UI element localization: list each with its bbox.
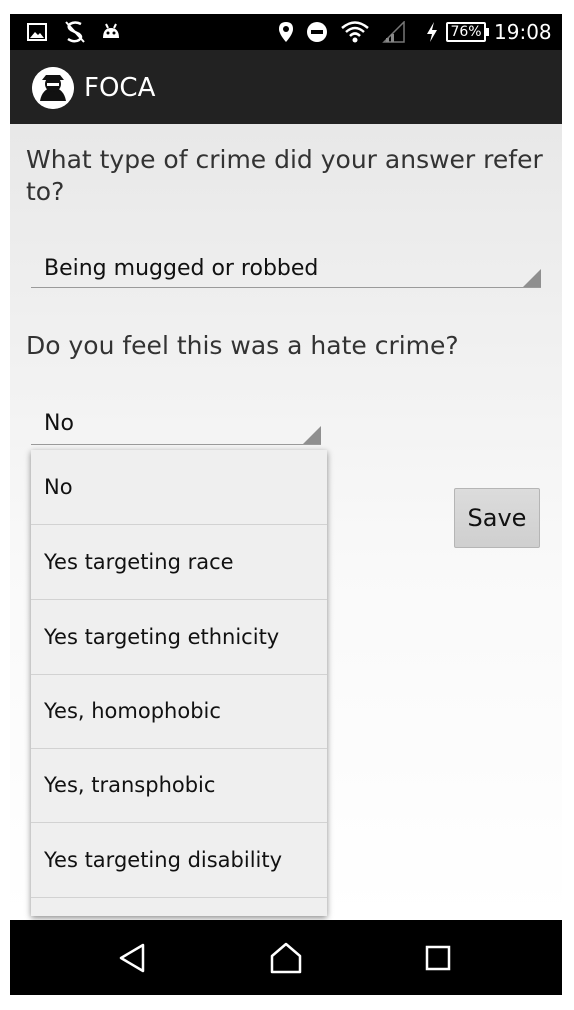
phone-screen: 76% 19:08 FOCA What type of crime did yo…	[10, 14, 562, 995]
status-bar: 76% 19:08	[10, 14, 562, 50]
action-bar: FOCA	[10, 50, 562, 124]
form-content: What type of crime did your answer refer…	[10, 124, 562, 920]
recents-icon[interactable]	[412, 934, 464, 982]
dropdown-option-homophobic[interactable]: Yes, homophobic	[31, 674, 327, 749]
navigation-bar	[10, 920, 562, 995]
foca-logo-icon	[32, 67, 74, 109]
s-icon	[62, 14, 88, 50]
do-not-disturb-icon	[304, 14, 330, 50]
dropdown-arrow-icon	[303, 426, 321, 444]
clock: 19:08	[494, 20, 552, 44]
wifi-icon	[338, 14, 372, 50]
dropdown-option-race[interactable]: Yes targeting race	[31, 525, 327, 600]
app-title: FOCA	[84, 73, 156, 103]
back-icon[interactable]	[106, 934, 158, 982]
charging-icon	[422, 14, 442, 50]
dropdown-option-transphobic[interactable]: Yes, transphobic	[31, 748, 327, 823]
dropdown-option-ethnicity[interactable]: Yes targeting ethnicity	[31, 600, 327, 675]
signal-icon	[380, 14, 408, 50]
dropdown-option-disability[interactable]: Yes targeting disability	[31, 823, 327, 898]
android-icon	[98, 14, 124, 50]
location-icon	[274, 14, 298, 50]
crime-type-spinner[interactable]: Being mugged or robbed	[31, 248, 541, 288]
hate-crime-value: No	[44, 411, 74, 436]
crime-type-value: Being mugged or robbed	[44, 256, 319, 281]
dropdown-arrow-icon	[523, 269, 541, 287]
battery-indicator: 76%	[446, 22, 489, 42]
hate-crime-dropdown: No Yes targeting race Yes targeting ethn…	[31, 450, 327, 916]
question-hate-crime: Do you feel this was a hate crime?	[26, 331, 459, 360]
dropdown-option-no[interactable]: No	[31, 450, 327, 525]
image-icon	[24, 14, 50, 50]
home-icon[interactable]	[260, 934, 312, 982]
question-crime-type: What type of crime did your answer refer…	[26, 145, 543, 206]
save-button[interactable]: Save	[454, 488, 540, 548]
hate-crime-spinner[interactable]: No	[31, 409, 321, 445]
